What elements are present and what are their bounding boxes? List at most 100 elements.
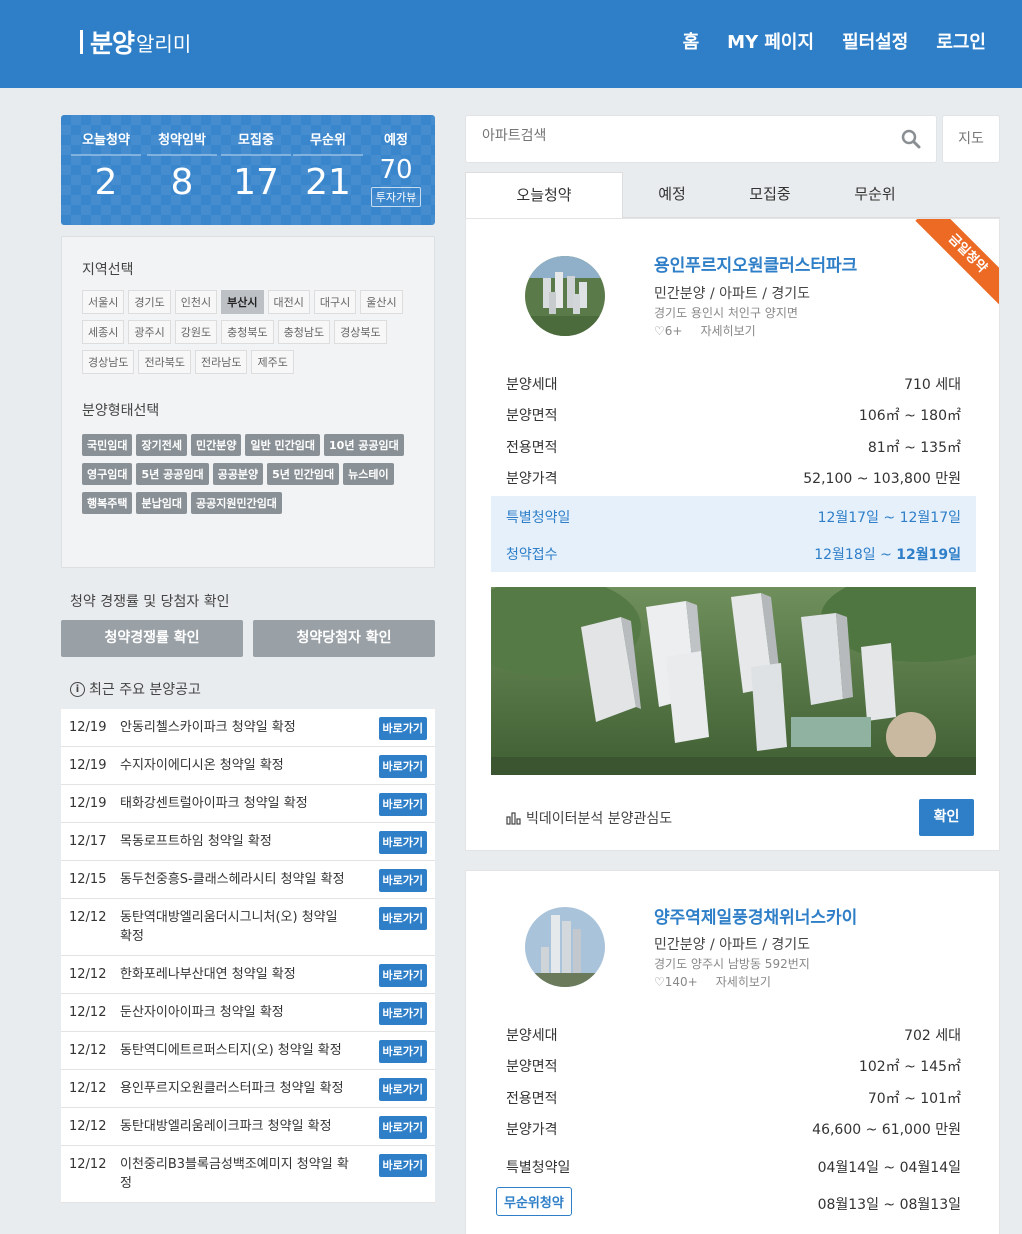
nav-my-page[interactable]: MY 페이지 <box>727 28 814 54</box>
type-chip[interactable]: 10년 공공임대 <box>324 434 404 456</box>
complex-thumbnail[interactable] <box>525 256 605 336</box>
go-button[interactable]: 바로가기 <box>378 793 427 816</box>
search-icon[interactable] <box>901 129 921 149</box>
notice-text[interactable]: 동두천중흥S-클래스헤라시티 청약일 확정 <box>120 872 345 887</box>
competition-section-label: 청약 경쟁률 및 당첨자 확인 <box>70 594 230 610</box>
region-chip[interactable]: 대전시 <box>267 290 310 314</box>
notice-row[interactable]: 12/15 동두천중흥S-클래스헤라시티 청약일 확정 바로가기 <box>61 861 435 899</box>
notice-text[interactable]: 수지자이에디시온 청약일 확정 <box>120 758 284 773</box>
listing-address: 경기도 양주시 남방동 592번지 <box>654 957 810 971</box>
region-chip[interactable]: 광주시 <box>128 320 171 344</box>
region-chip[interactable]: 충청북도 <box>221 320 274 344</box>
type-chip[interactable]: 공공분양 <box>212 463 264 485</box>
type-chip[interactable]: 일반 민간임대 <box>245 434 321 456</box>
stat-scheduled[interactable]: 예정 70 투자가뷰 <box>361 129 431 207</box>
notice-row[interactable]: 12/19 태화강센트럴아이파크 청약일 확정 바로가기 <box>61 785 435 823</box>
type-chip[interactable]: 뉴스테이 <box>343 463 394 485</box>
region-chip[interactable]: 경기도 <box>128 290 171 314</box>
stat-today[interactable]: 오늘청약 2 <box>71 129 141 203</box>
notice-row[interactable]: 12/12 동탄역대방엘리움더시그니처(오) 청약일 확정 바로가기 <box>61 899 435 956</box>
notice-text[interactable]: 태화강센트럴아이파크 청약일 확정 <box>120 796 308 811</box>
listing-subtitle: 민간분양 / 아파트 / 경기도 <box>654 286 811 302</box>
go-button[interactable]: 바로가기 <box>378 1040 427 1063</box>
type-chip[interactable]: 공공지원민간임대 <box>190 492 282 514</box>
stat-recruiting[interactable]: 모집중 17 <box>221 129 291 203</box>
nav-login[interactable]: 로그인 <box>936 28 986 54</box>
winner-check-button[interactable]: 청약당첨자 확인 <box>253 620 435 657</box>
go-button[interactable]: 바로가기 <box>378 831 427 854</box>
competition-rate-button[interactable]: 청약경쟁률 확인 <box>61 620 243 657</box>
invest-review-badge[interactable]: 투자가뷰 <box>370 187 422 207</box>
region-chip[interactable]: 충청남도 <box>277 320 331 344</box>
region-chip[interactable]: 울산시 <box>360 290 403 314</box>
region-chip[interactable]: 부산시 <box>221 290 264 314</box>
nav-filter-settings[interactable]: 필터설정 <box>842 28 908 54</box>
tab-unordered[interactable]: 무순위 <box>840 172 910 218</box>
notice-row[interactable]: 12/12 한화포레나부산대연 청약일 확정 바로가기 <box>61 956 435 994</box>
go-button[interactable]: 바로가기 <box>378 755 427 778</box>
notice-row[interactable]: 12/12 둔산자이아이파크 청약일 확정 바로가기 <box>61 994 435 1032</box>
unordered-subscription-badge[interactable]: 무순위청약 <box>496 1187 572 1216</box>
heart-icon[interactable]: ♡ <box>654 975 665 989</box>
map-button[interactable]: 지도 <box>942 115 1000 163</box>
region-chip[interactable]: 인천시 <box>174 290 218 314</box>
notice-text[interactable]: 동탄역대방엘리움더시그니처(오) 청약일 확정 <box>120 910 338 944</box>
region-chip[interactable]: 서울시 <box>82 290 125 314</box>
go-button[interactable]: 바로가기 <box>378 869 427 892</box>
tab-scheduled[interactable]: 예정 <box>637 172 707 218</box>
listing-title[interactable]: 용인푸르지오원클러스터파크 <box>654 251 857 276</box>
go-button[interactable]: 바로가기 <box>378 964 427 987</box>
heart-icon[interactable]: ♡ <box>654 324 665 338</box>
region-chip[interactable]: 세종시 <box>82 320 125 344</box>
type-chip[interactable]: 영구임대 <box>82 463 133 485</box>
notice-text[interactable]: 한화포레나부산대연 청약일 확정 <box>120 967 296 982</box>
notice-text[interactable]: 동탄대방엘리움레이크파크 청약일 확정 <box>120 1119 332 1134</box>
notice-row[interactable]: 12/19 안동리첼스카이파크 청약일 확정 바로가기 <box>61 709 435 747</box>
type-chip[interactable]: 장기전세 <box>136 434 187 456</box>
region-chip[interactable]: 경상북도 <box>334 320 387 344</box>
type-chip[interactable]: 분납임대 <box>136 492 187 514</box>
notice-text[interactable]: 용인푸르지오원클러스터파크 청약일 확정 <box>120 1081 344 1096</box>
go-button[interactable]: 바로가기 <box>378 1154 427 1177</box>
go-button[interactable]: 바로가기 <box>378 1002 427 1025</box>
notice-row[interactable]: 12/19 수지자이에디시온 청약일 확정 바로가기 <box>61 747 435 785</box>
detail-link[interactable]: 자세히보기 <box>700 322 755 339</box>
type-chip[interactable]: 5년 민간임대 <box>267 463 340 485</box>
listing-title[interactable]: 양주역제일풍경채위너스카이 <box>654 903 857 928</box>
region-chip[interactable]: 제주도 <box>251 350 294 374</box>
type-chip[interactable]: 5년 공공임대 <box>136 463 209 485</box>
notice-row[interactable]: 12/12 동탄역디에트르퍼스티지(오) 청약일 확정 바로가기 <box>61 1032 435 1070</box>
app-logo[interactable]: 분양 알리미 <box>80 25 191 59</box>
notice-text[interactable]: 안동리첼스카이파크 청약일 확정 <box>120 720 296 735</box>
region-chip[interactable]: 대구시 <box>313 290 357 314</box>
detail-link[interactable]: 자세히보기 <box>716 973 771 990</box>
region-chip[interactable]: 전라북도 <box>138 350 191 374</box>
type-chip[interactable]: 국민임대 <box>82 434 133 456</box>
notice-text[interactable]: 이천중리B3블록금성백조예미지 청약일 확정 <box>120 1157 349 1191</box>
stat-unordered[interactable]: 무순위 21 <box>293 129 363 203</box>
confirm-button[interactable]: 확인 <box>919 799 974 836</box>
notice-text[interactable]: 목동로프트하임 청약일 확정 <box>120 834 272 849</box>
go-button[interactable]: 바로가기 <box>378 717 427 740</box>
notice-row[interactable]: 12/17 목동로프트하임 청약일 확정 바로가기 <box>61 823 435 861</box>
tab-recruiting[interactable]: 모집중 <box>735 172 805 218</box>
go-button[interactable]: 바로가기 <box>378 1078 427 1101</box>
type-chip[interactable]: 행복주택 <box>82 492 133 514</box>
notice-row[interactable]: 12/12 동탄대방엘리움레이크파크 청약일 확정 바로가기 <box>61 1108 435 1146</box>
go-button[interactable]: 바로가기 <box>378 1116 427 1139</box>
go-button[interactable]: 바로가기 <box>378 907 427 930</box>
complex-thumbnail[interactable] <box>525 907 605 987</box>
region-chip[interactable]: 강원도 <box>174 320 218 344</box>
type-chip[interactable]: 민간분양 <box>190 434 242 456</box>
notice-row[interactable]: 12/12 이천중리B3블록금성백조예미지 청약일 확정 바로가기 <box>61 1146 435 1203</box>
region-chip[interactable]: 경상남도 <box>82 350 135 374</box>
notice-text[interactable]: 둔산자이아이파크 청약일 확정 <box>120 1005 284 1020</box>
stat-imminent[interactable]: 청약임박 8 <box>147 129 217 203</box>
notice-text[interactable]: 동탄역디에트르퍼스티지(오) 청약일 확정 <box>120 1043 342 1058</box>
complex-aerial-image[interactable] <box>491 587 976 775</box>
notice-row[interactable]: 12/12 용인푸르지오원클러스터파크 청약일 확정 바로가기 <box>61 1070 435 1108</box>
tab-today[interactable]: 오늘청약 <box>465 172 623 219</box>
search-input[interactable] <box>482 128 882 144</box>
region-chip[interactable]: 전라남도 <box>194 350 248 374</box>
nav-home[interactable]: 홈 <box>683 28 700 54</box>
